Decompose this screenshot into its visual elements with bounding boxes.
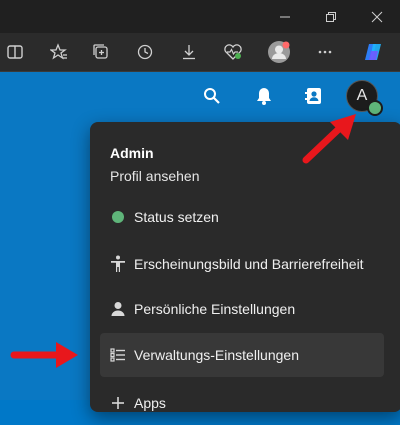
browser-toolbar: [0, 33, 400, 72]
menu-item-label: Apps: [134, 395, 166, 411]
collections-icon[interactable]: [86, 33, 116, 71]
apps-icon: [108, 396, 128, 410]
downloads-icon[interactable]: [174, 33, 204, 71]
accessibility-icon: [108, 255, 128, 273]
menu-item-appearance-accessibility[interactable]: Erscheinungsbild und Barrierefreiheit: [100, 242, 384, 286]
minimize-icon[interactable]: [262, 0, 308, 33]
split-screen-icon[interactable]: [0, 33, 30, 71]
status-dot-icon: [108, 211, 128, 223]
annotation-arrow-admin-settings: [10, 342, 78, 368]
menu-item-apps[interactable]: Apps: [100, 381, 384, 425]
menu-item-label: Erscheinungsbild und Barrierefreiheit: [134, 256, 364, 272]
menu-item-admin-settings[interactable]: Verwaltungs-Einstellungen: [100, 333, 384, 377]
search-icon[interactable]: [199, 83, 225, 109]
browser-essentials-icon[interactable]: [218, 33, 248, 71]
favorites-icon[interactable]: [44, 33, 74, 71]
restore-icon[interactable]: [308, 0, 354, 33]
menu-item-label: Persönliche Einstellungen: [134, 301, 296, 317]
menu-item-set-status[interactable]: Status setzen: [100, 195, 384, 239]
person-icon: [108, 301, 128, 317]
more-icon[interactable]: [310, 33, 340, 71]
annotation-arrow-avatar: [302, 114, 356, 164]
browser-titlebar: [0, 0, 400, 33]
menu-user-name: Admin: [110, 145, 154, 161]
admin-list-icon: [108, 348, 128, 362]
history-icon[interactable]: [130, 33, 160, 71]
copilot-icon[interactable]: [358, 33, 388, 71]
notifications-icon[interactable]: [251, 83, 277, 109]
view-profile-link[interactable]: Profil ansehen: [110, 168, 200, 184]
avatar-letter: A: [356, 87, 368, 104]
menu-item-label: Status setzen: [134, 209, 219, 225]
close-icon[interactable]: [354, 0, 400, 33]
online-status-dot: [367, 100, 383, 116]
contacts-icon[interactable]: [301, 83, 327, 109]
menu-item-label: Verwaltungs-Einstellungen: [134, 347, 299, 363]
menu-item-personal-settings[interactable]: Persönliche Einstellungen: [100, 287, 384, 331]
profile-icon[interactable]: [264, 33, 294, 71]
